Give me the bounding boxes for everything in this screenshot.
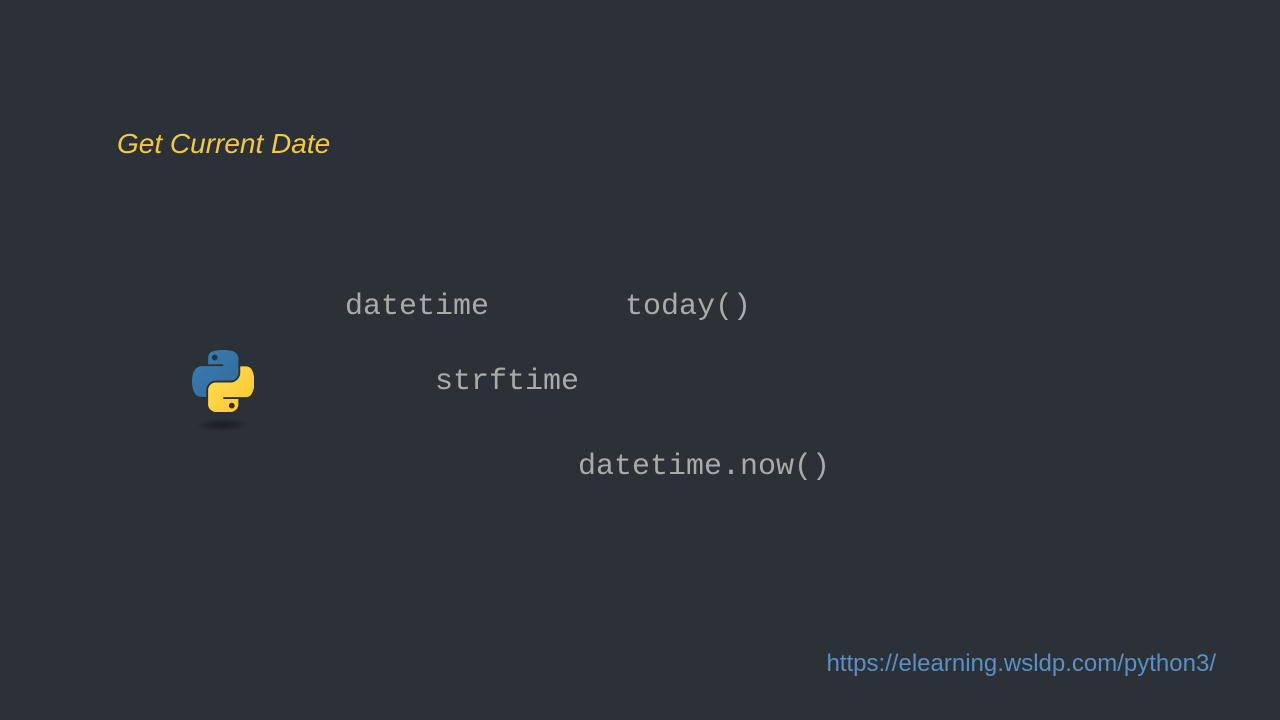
code-keyword-strftime: strftime bbox=[435, 365, 579, 399]
logo-shadow bbox=[195, 418, 251, 432]
python-logo-icon bbox=[192, 350, 254, 430]
slide-title: Get Current Date bbox=[117, 128, 330, 160]
source-url: https://elearning.wsldp.com/python3/ bbox=[826, 650, 1216, 678]
code-keyword-today: today() bbox=[625, 290, 751, 324]
code-keyword-datetime-now: datetime.now() bbox=[578, 450, 830, 484]
code-keyword-datetime: datetime bbox=[345, 290, 489, 324]
